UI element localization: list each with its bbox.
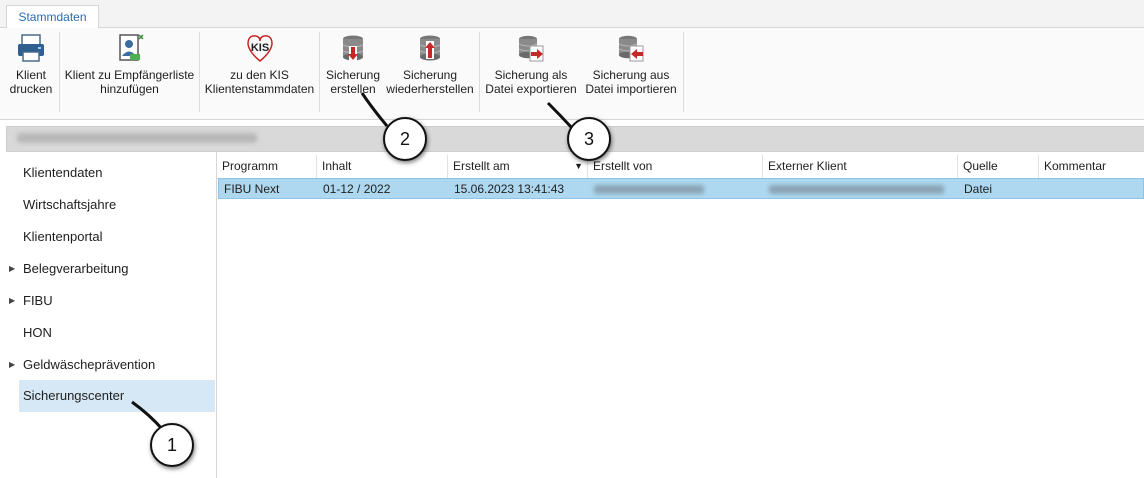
create-backup-button[interactable]: Sicherung erstellen [322,32,384,112]
add-recipient-label-2: hinzufügen [100,82,159,96]
cell-inhalt: 01-12 / 2022 [323,182,391,196]
nav-item-hon[interactable]: HON [19,317,215,349]
ribbon-separator [683,32,684,112]
svg-text:KIS: KIS [250,42,268,54]
client-print-button[interactable]: Klient drucken [6,32,56,112]
database-upload-icon [419,35,441,61]
nav-item-wirtschaftsjahre[interactable]: Wirtschaftsjahre [19,189,215,221]
nav-item-klientendaten[interactable]: Klientendaten [19,157,215,189]
client-print-label-1: Klient [15,68,47,82]
create-backup-label-1: Sicherung [325,68,381,82]
kis-label-1: zu den KIS [230,68,289,82]
import-backup-label-2: Datei importieren [585,82,677,96]
database-import-icon [618,35,644,62]
expand-arrow-icon[interactable]: ▶ [9,285,15,317]
add-user-document-icon [118,34,144,61]
export-backup-label-2: Datei exportieren [485,82,577,96]
column-header-quelle[interactable]: Quelle [958,155,1039,178]
cell-kommentar [1040,179,1144,199]
nav-item-fibu[interactable]: ▶ FIBU [9,285,215,317]
cell-quelle: Datei [964,182,993,196]
export-backup-file-button[interactable]: Sicherung als Datei exportieren [482,32,580,112]
expand-arrow-icon[interactable]: ▶ [9,253,15,285]
ribbon-tab-bar: Stammdaten [0,0,1144,28]
cell-erstellt-von [589,179,764,199]
nav-item-sicherungscenter[interactable]: Sicherungscenter [19,380,215,412]
column-header-inhalt[interactable]: Inhalt [317,155,448,178]
redacted-text [594,185,704,195]
backup-table: Programm Inhalt Erstellt am ▼ Erstellt v… [217,155,1144,478]
database-download-icon [342,35,364,62]
table-row[interactable]: FIBU Next 01-12 / 2022 15.06.2023 13:41:… [218,178,1144,199]
column-header-erstellt-am[interactable]: Erstellt am ▼ [448,155,588,178]
callout-1: 1 [150,423,194,467]
tab-stammdaten[interactable]: Stammdaten [6,5,99,28]
ribbon-separator [319,32,320,112]
add-to-recipient-list-button[interactable]: Klient zu Empfängerliste hinzufügen [62,32,197,112]
import-backup-label-1: Sicherung aus [592,68,670,82]
restore-backup-label-1: Sicherung [402,68,458,82]
client-print-label-2: drucken [9,82,53,96]
create-backup-label-2: erstellen [330,82,376,96]
table-header: Programm Inhalt Erstellt am ▼ Erstellt v… [217,155,1144,179]
nav-item-belegverarbeitung[interactable]: ▶ Belegverarbeitung [9,253,215,285]
kis-label-2: Klientenstammdaten [204,82,315,96]
restore-backup-button[interactable]: Sicherung wiederherstellen [384,32,476,112]
printer-icon [18,34,44,62]
cell-programm: FIBU Next [224,182,280,196]
cell-erstellt-am: 15.06.2023 13:41:43 [454,182,565,196]
database-export-icon [518,35,544,62]
column-header-externer-klient[interactable]: Externer Klient [763,155,958,178]
kis-logo-icon: KIS [246,35,273,62]
cell-externer-klient [764,179,959,199]
nav-item-klientenportal[interactable]: Klientenportal [19,221,215,253]
add-recipient-label-1: Klient zu Empfängerliste [64,68,195,82]
expand-arrow-icon[interactable]: ▶ [9,349,15,381]
ribbon-toolbar: Klient drucken Klient zu Empfängerliste … [0,28,1144,120]
callout-2: 2 [383,117,427,161]
import-backup-file-button[interactable]: Sicherung aus Datei importieren [582,32,680,112]
client-name-redacted [17,133,257,143]
ribbon-separator [479,32,480,112]
ribbon-separator [59,32,60,112]
callout-3: 3 [567,117,611,161]
ribbon-separator [199,32,200,112]
kis-client-data-button[interactable]: KIS zu den KIS Klientenstammdaten [202,32,317,112]
column-header-programm[interactable]: Programm [217,155,317,178]
export-backup-label-1: Sicherung als [494,68,568,82]
nav-item-geldwaeschepraevention[interactable]: ▶ Geldwäscheprävention [9,349,215,381]
column-header-kommentar[interactable]: Kommentar [1039,155,1144,178]
restore-backup-label-2: wiederherstellen [386,82,474,96]
column-header-erstellt-von[interactable]: Erstellt von [588,155,763,178]
redacted-text [769,185,944,195]
